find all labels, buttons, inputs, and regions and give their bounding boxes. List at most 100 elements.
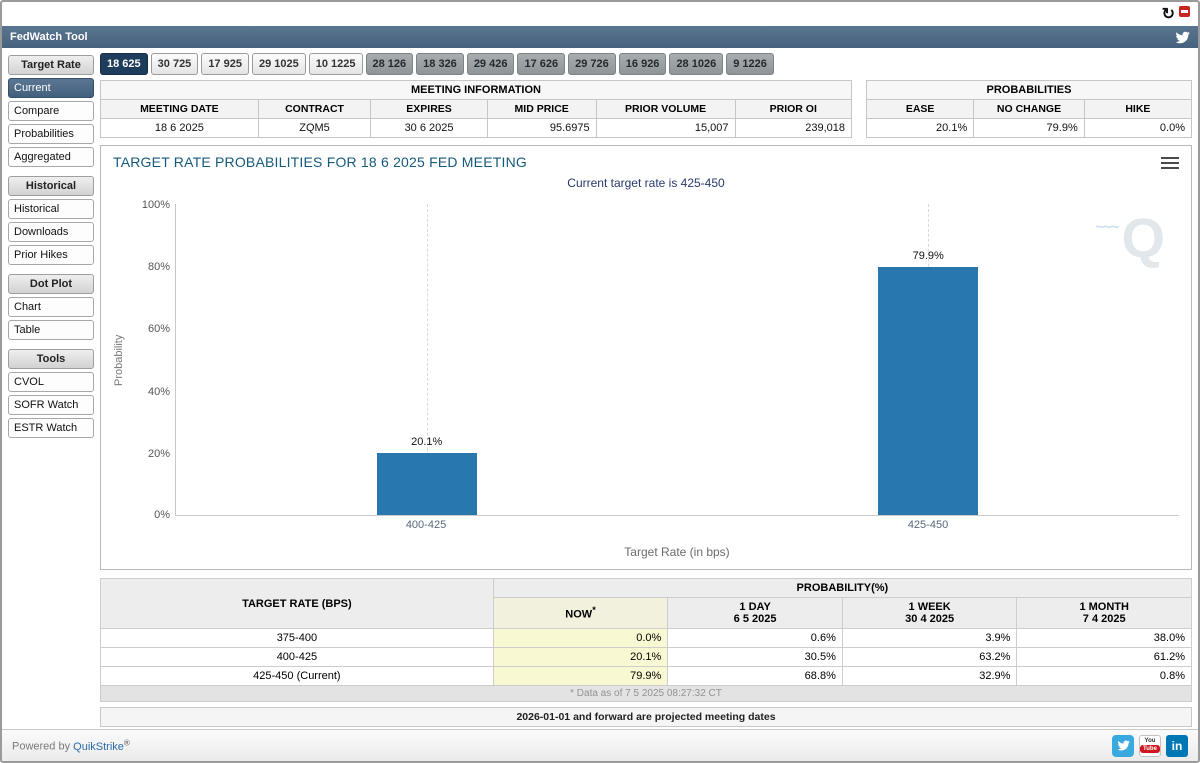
month-cell: 61.2%: [1016, 647, 1192, 667]
sidebar-item-sofr-watch[interactable]: SOFR Watch: [8, 395, 94, 415]
sidebar-item-probabilities[interactable]: Probabilities: [8, 124, 94, 144]
powered-by-label: Powered by: [12, 740, 71, 753]
sidebar-item-cvol[interactable]: CVOL: [8, 372, 94, 392]
fedwatch-app: ↻ FedWatch Tool Target Rate Current Comp…: [0, 0, 1200, 763]
month-cell: 38.0%: [1016, 628, 1192, 648]
tab-meeting-1[interactable]: 30 725: [150, 53, 199, 75]
rate-cell: 400-425: [100, 647, 494, 667]
tab-meeting-2[interactable]: 17 925: [201, 53, 249, 75]
sidebar-item-table[interactable]: Table: [8, 320, 94, 340]
col-1-month: 1 MONTH 7 4 2025: [1016, 597, 1192, 629]
col-meeting-date: MEETING DATE: [100, 99, 259, 119]
sidebar-header-historical: Historical: [8, 176, 94, 196]
week-cell: 3.9%: [841, 628, 1018, 648]
projected-dates-note: 2026-01-01 and forward are projected mee…: [100, 707, 1192, 727]
sidebar-item-current[interactable]: Current: [8, 78, 94, 98]
prior-volume-value: 15,007: [595, 118, 736, 138]
table-row: 375-400 0.0% 0.6% 3.9% 38.0%: [100, 628, 1192, 648]
app-title: FedWatch Tool: [10, 31, 88, 43]
footer-youtube-icon[interactable]: You Tube: [1139, 734, 1161, 757]
col-1-day: 1 DAY 6 5 2025: [667, 597, 843, 629]
col-ease: EASE: [865, 99, 975, 119]
tab-meeting-6[interactable]: 18 326: [416, 53, 464, 75]
probabilities-summary-table: PROBABILITIES EASE NO CHANGE HIKE 20.1% …: [865, 80, 1193, 138]
info-row: MEETING INFORMATION MEETING DATE CONTRAC…: [100, 80, 1193, 138]
no-change-value: 79.9%: [973, 118, 1085, 138]
chart-subtitle: Current target rate is 425-450: [567, 176, 725, 190]
col-hike: HIKE: [1083, 99, 1193, 119]
bar-label-425-450: 79.9%: [912, 249, 944, 262]
meeting-date-tabs: 18 625 30 725 17 925 29 1025 10 1225 28 …: [100, 53, 1192, 75]
footer-twitter-icon[interactable]: [1112, 734, 1134, 757]
xtick-400-425: 400-425: [405, 519, 447, 531]
footer: Powered by QuikStrike® You Tube in: [2, 729, 1198, 761]
refresh-icon[interactable]: ↻: [1162, 7, 1175, 23]
tab-meeting-7[interactable]: 29 426: [466, 53, 515, 75]
col-expires: EXPIRES: [370, 99, 488, 119]
quikstrike-link[interactable]: QuikStrike®: [73, 738, 130, 753]
twitter-icon[interactable]: [1175, 31, 1190, 44]
week-cell: 63.2%: [841, 647, 1018, 667]
x-ticks: 400-425 425-450: [175, 519, 1179, 535]
y-axis-label: Probability: [113, 334, 125, 386]
week-cell: 32.9%: [841, 666, 1018, 686]
sidebar: Target Rate Current Compare Probabilitie…: [8, 53, 94, 724]
sidebar-item-prior-hikes[interactable]: Prior Hikes: [8, 245, 94, 265]
table-row: 400-425 20.1% 30.5% 63.2% 61.2%: [100, 647, 1192, 667]
main-area: Target Rate Current Compare Probabilitie…: [2, 48, 1198, 729]
xtick-425-450: 425-450: [907, 519, 949, 531]
tab-meeting-12[interactable]: 9 1226: [726, 53, 774, 75]
ytick-0: 0%: [154, 509, 170, 521]
sidebar-item-estr-watch[interactable]: ESTR Watch: [8, 418, 94, 438]
tab-meeting-11[interactable]: 28 1026: [669, 53, 724, 75]
ytick-40: 40%: [147, 385, 170, 398]
col-prior-volume: PRIOR VOLUME: [595, 99, 736, 119]
col-now: NOW*: [492, 597, 669, 629]
hike-value: 0.0%: [1083, 118, 1193, 138]
sidebar-item-chart[interactable]: Chart: [8, 297, 94, 317]
col-no-change: NO CHANGE: [973, 99, 1085, 119]
sidebar-item-aggregated[interactable]: Aggregated: [8, 147, 94, 167]
x-axis-label: Target Rate (in bps): [624, 545, 730, 559]
bar-400-425: 20.1%: [376, 436, 477, 515]
rate-header: TARGET RATE (BPS): [100, 578, 494, 629]
ytick-20: 20%: [147, 447, 170, 460]
chart-body: Probability 100% 80% 60% 40% 20% 0% ~~~ …: [113, 199, 1179, 559]
footer-linkedin-icon[interactable]: in: [1166, 734, 1188, 757]
tab-meeting-4[interactable]: 10 1225: [308, 53, 363, 75]
sidebar-item-downloads[interactable]: Downloads: [8, 222, 94, 242]
probability-history-table: TARGET RATE (BPS) PROBABILITY(%) NOW* 1 …: [100, 578, 1193, 702]
social-links: You Tube in: [1112, 734, 1188, 757]
chart-menu-icon[interactable]: [1161, 154, 1179, 172]
browser-top-strip: ↻: [2, 2, 1198, 26]
probabilities-title: PROBABILITIES: [866, 80, 1192, 100]
titlebar: FedWatch Tool: [2, 26, 1198, 48]
sidebar-header-dot-plot: Dot Plot: [8, 274, 94, 294]
expires-value: 30 6 2025: [370, 118, 488, 138]
red-badge-icon[interactable]: [1179, 5, 1190, 17]
sidebar-item-historical[interactable]: Historical: [8, 199, 94, 219]
ytick-60: 60%: [147, 323, 170, 336]
col-mid-price: MID PRICE: [486, 99, 597, 119]
data-as-of-footnote: * Data as of 7 5 2025 08:27:32 CT: [100, 685, 1192, 702]
tab-meeting-5[interactable]: 28 126: [365, 53, 414, 75]
tab-meeting-3[interactable]: 29 1025: [251, 53, 306, 75]
tab-meeting-0[interactable]: 18 625: [100, 53, 148, 75]
chart-title: TARGET RATE PROBABILITIES FOR 18 6 2025 …: [113, 154, 527, 170]
col-1-week: 1 WEEK 30 4 2025: [841, 597, 1018, 629]
plot-area: 100% 80% 60% 40% 20% 0% ~~~ Q 20.1% 79.9…: [142, 199, 1179, 521]
content: 18 625 30 725 17 925 29 1025 10 1225 28 …: [100, 53, 1193, 727]
rate-cell: 375-400: [100, 628, 494, 648]
prior-oi-value: 239,018: [734, 118, 853, 138]
tab-meeting-10[interactable]: 16 926: [618, 53, 667, 75]
tab-meeting-9[interactable]: 29 726: [568, 53, 616, 75]
ytick-80: 80%: [147, 261, 170, 274]
day-cell: 30.5%: [667, 647, 843, 667]
sidebar-header-target-rate: Target Rate: [8, 55, 94, 75]
sidebar-item-compare[interactable]: Compare: [8, 101, 94, 121]
tab-meeting-8[interactable]: 17 626: [517, 53, 566, 75]
sidebar-header-tools: Tools: [8, 349, 94, 369]
rate-cell: 425-450 (Current): [100, 666, 494, 686]
now-cell: 79.9%: [492, 666, 669, 686]
bar-label-400-425: 20.1%: [411, 435, 443, 448]
